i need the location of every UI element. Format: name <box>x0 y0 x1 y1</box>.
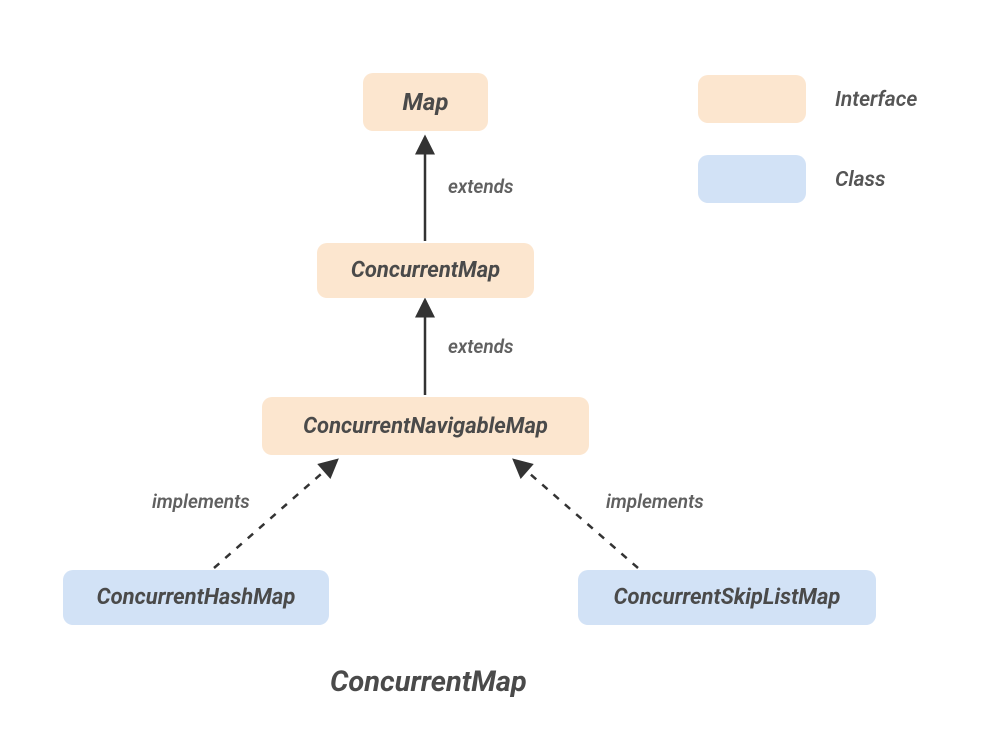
diagram-title: ConcurrentMap <box>330 665 527 699</box>
node-concurrent-map: ConcurrentMap <box>317 243 534 298</box>
edge-label-extends-1: extends <box>448 175 514 198</box>
node-concurrent-skiplistmap: ConcurrentSkipListMap <box>578 570 876 625</box>
legend-class-label: Class <box>835 168 886 192</box>
node-concurrent-navigable-map: ConcurrentNavigableMap <box>262 397 589 455</box>
edge-label-implements-right: implements <box>606 490 704 513</box>
legend-interface-swatch <box>698 75 806 123</box>
legend-class-swatch <box>698 155 806 203</box>
edge-hashmap-navigablemap <box>214 460 337 568</box>
edge-skiplist-navigablemap <box>514 460 638 568</box>
node-concurrent-hashmap: ConcurrentHashMap <box>63 570 329 625</box>
legend-interface-label: Interface <box>835 88 917 112</box>
edge-label-extends-2: extends <box>448 335 514 358</box>
node-map: Map <box>363 73 488 131</box>
edge-label-implements-left: implements <box>152 490 250 513</box>
